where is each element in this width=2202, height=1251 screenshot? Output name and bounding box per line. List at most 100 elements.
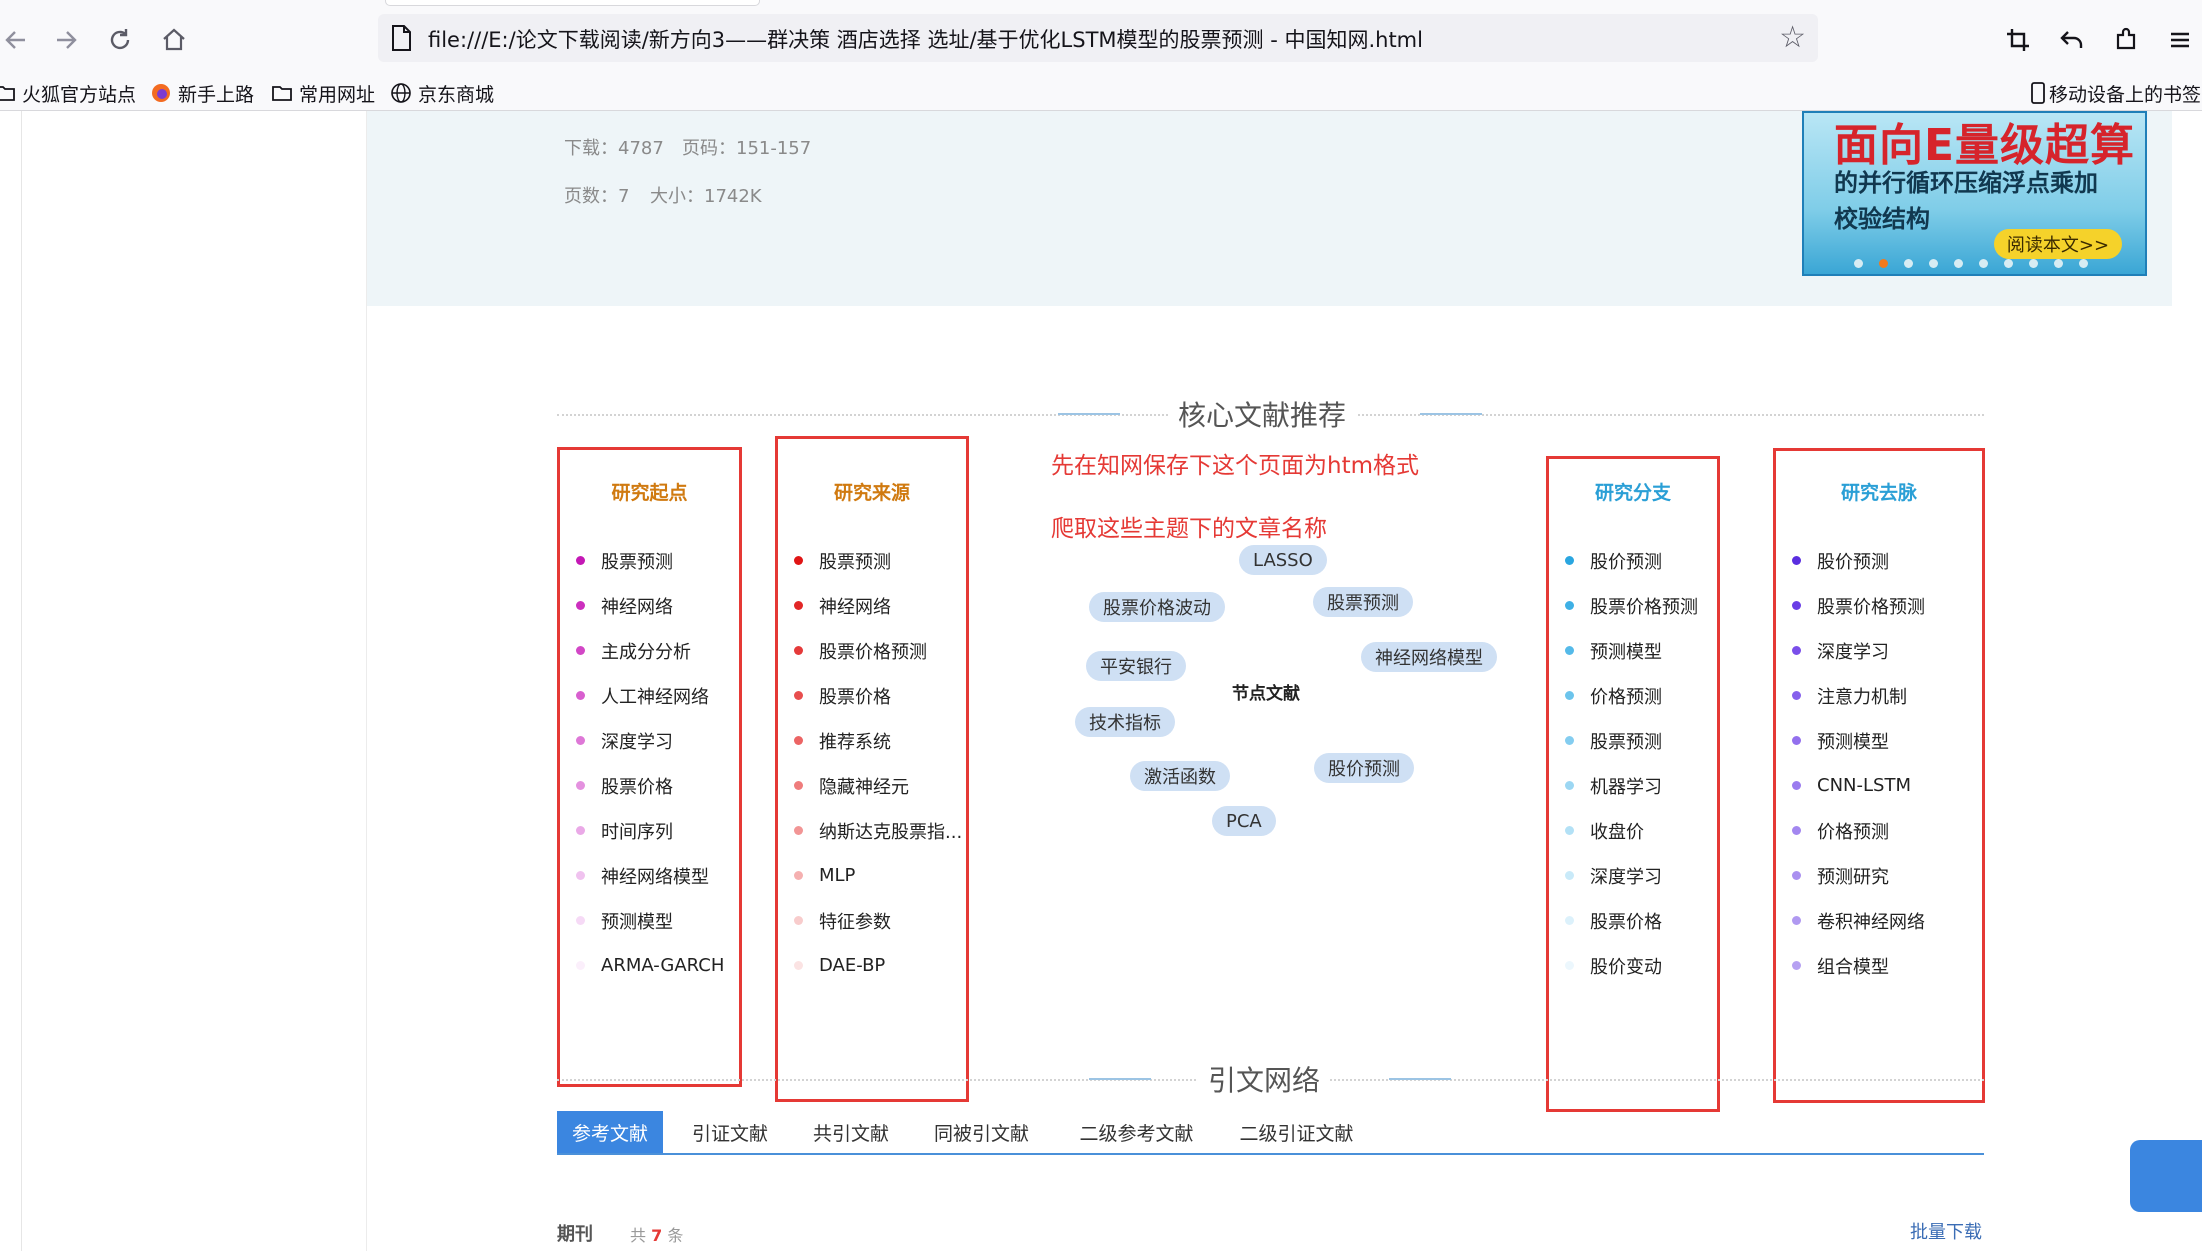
keyword-item[interactable]: ARMA-GARCH [576, 943, 724, 988]
keyword-label[interactable]: 预测模型 [1590, 638, 1662, 664]
banner-read-button[interactable]: 阅读本文>> [1994, 229, 2122, 259]
keyword-label[interactable]: 时间序列 [601, 818, 673, 844]
tab-co-cited[interactable]: 同被引文献 [919, 1111, 1044, 1153]
keyword-label[interactable]: 卷积神经网络 [1817, 908, 1925, 934]
url-text[interactable]: file:///E:/论文下载阅读/新方向3——群决策 酒店选择 选址/基于优化… [428, 24, 1423, 54]
forward-icon[interactable] [44, 18, 88, 62]
keyword-item[interactable]: 股票价格预测 [1565, 583, 1698, 628]
bookmark-star-icon[interactable]: ☆ [1779, 20, 1806, 55]
cloud-keyword[interactable]: 技术指标 [1075, 707, 1175, 737]
tab-citing-literature[interactable]: 引证文献 [677, 1111, 783, 1153]
keyword-label[interactable]: 股价变动 [1590, 953, 1662, 979]
keyword-item[interactable]: 股票价格预测 [794, 628, 962, 673]
keyword-item[interactable]: 股票价格 [1565, 898, 1698, 943]
keyword-label[interactable]: 注意力机制 [1817, 683, 1907, 709]
keyword-item[interactable]: 股票预测 [1565, 718, 1698, 763]
keyword-item[interactable]: 预测模型 [576, 898, 724, 943]
keyword-item[interactable]: 纳斯达克股票指... [794, 808, 962, 853]
cloud-keyword[interactable]: PCA [1212, 806, 1276, 836]
keyword-label[interactable]: 价格预测 [1590, 683, 1662, 709]
bookmark-getting-started[interactable]: 新手上路 [150, 78, 254, 108]
keyword-item[interactable]: 特征参数 [794, 898, 962, 943]
crop-icon[interactable] [1996, 18, 2040, 62]
cloud-keyword[interactable]: 股票预测 [1313, 587, 1413, 617]
keyword-label[interactable]: ARMA-GARCH [601, 955, 724, 976]
keyword-label[interactable]: 股票预测 [601, 548, 673, 574]
bookmark-firefox-official[interactable]: 火狐官方站点 [0, 78, 136, 108]
keyword-item[interactable]: MLP [794, 853, 962, 898]
menu-icon[interactable] [2158, 18, 2202, 62]
keyword-item[interactable]: 股票价格预测 [1792, 583, 1925, 628]
keyword-label[interactable]: 预测模型 [601, 908, 673, 934]
active-tab-edge[interactable] [385, 0, 760, 6]
keyword-item[interactable]: 主成分分析 [576, 628, 724, 673]
cloud-keyword[interactable]: 神经网络模型 [1361, 642, 1497, 672]
keyword-label[interactable]: 股票价格预测 [819, 638, 927, 664]
carousel-dot[interactable] [1954, 259, 1963, 268]
keyword-label[interactable]: MLP [819, 865, 855, 886]
keyword-item[interactable]: 股票预测 [794, 538, 962, 583]
home-icon[interactable] [152, 18, 196, 62]
bookmark-jd[interactable]: 京东商城 [390, 78, 494, 108]
ad-banner[interactable]: 面向E量级超算 的并行循环压缩浮点乘加 校验结构 阅读本文>> [1802, 111, 2147, 276]
carousel-dot[interactable] [1929, 259, 1938, 268]
carousel-dot[interactable] [2004, 259, 2013, 268]
keyword-label[interactable]: 股票价格 [601, 773, 673, 799]
keyword-item[interactable]: 预测模型 [1565, 628, 1698, 673]
keyword-item[interactable]: 深度学习 [1792, 628, 1925, 673]
keyword-label[interactable]: 人工神经网络 [601, 683, 709, 709]
keyword-label[interactable]: 股价预测 [1590, 548, 1662, 574]
keyword-label[interactable]: 深度学习 [1590, 863, 1662, 889]
keyword-label[interactable]: 股票价格预测 [1590, 593, 1698, 619]
keyword-label[interactable]: 深度学习 [1817, 638, 1889, 664]
mobile-bookmarks[interactable]: 移动设备上的书签 [2030, 78, 2201, 108]
keyword-item[interactable]: 股价变动 [1565, 943, 1698, 988]
keyword-label[interactable]: 股票价格 [819, 683, 891, 709]
extensions-icon[interactable] [2104, 18, 2148, 62]
keyword-item[interactable]: DAE-BP [794, 943, 962, 988]
cloud-keyword[interactable]: 股票价格波动 [1089, 592, 1225, 622]
keyword-label[interactable]: 股价预测 [1817, 548, 1889, 574]
keyword-item[interactable]: 价格预测 [1792, 808, 1925, 853]
keyword-label[interactable]: 股票预测 [1590, 728, 1662, 754]
carousel-dot[interactable] [2079, 259, 2088, 268]
keyword-item[interactable]: 卷积神经网络 [1792, 898, 1925, 943]
floating-action-button[interactable] [2130, 1140, 2202, 1212]
carousel-dot[interactable] [2054, 259, 2063, 268]
tab-co-citation[interactable]: 共引文献 [798, 1111, 904, 1153]
keyword-item[interactable]: 价格预测 [1565, 673, 1698, 718]
keyword-item[interactable]: 股票价格 [576, 763, 724, 808]
keyword-item[interactable]: 股票价格 [794, 673, 962, 718]
batch-download-link[interactable]: 批量下载 [1910, 1218, 1982, 1244]
keyword-label[interactable]: 神经网络 [601, 593, 673, 619]
keyword-item[interactable]: 深度学习 [1565, 853, 1698, 898]
keyword-label[interactable]: 主成分分析 [601, 638, 691, 664]
cloud-keyword[interactable]: 股价预测 [1314, 753, 1414, 783]
keyword-item[interactable]: 预测模型 [1792, 718, 1925, 763]
keyword-item[interactable]: 神经网络模型 [576, 853, 724, 898]
keyword-item[interactable]: 股价预测 [1792, 538, 1925, 583]
keyword-item[interactable]: 神经网络 [794, 583, 962, 628]
keyword-item[interactable]: 神经网络 [576, 583, 724, 628]
keyword-item[interactable]: 深度学习 [576, 718, 724, 763]
carousel-dot[interactable] [1854, 259, 1863, 268]
keyword-label[interactable]: 机器学习 [1590, 773, 1662, 799]
carousel-dot-active[interactable] [1879, 259, 1888, 268]
keyword-item[interactable]: 机器学习 [1565, 763, 1698, 808]
keyword-label[interactable]: 纳斯达克股票指... [819, 818, 962, 844]
keyword-label[interactable]: 特征参数 [819, 908, 891, 934]
keyword-label[interactable]: 神经网络模型 [601, 863, 709, 889]
undo-icon[interactable] [2050, 18, 2094, 62]
cloud-keyword[interactable]: 激活函数 [1130, 761, 1230, 791]
keyword-label[interactable]: 预测研究 [1817, 863, 1889, 889]
carousel-dot[interactable] [2029, 259, 2038, 268]
keyword-item[interactable]: 预测研究 [1792, 853, 1925, 898]
cloud-keyword[interactable]: LASSO [1239, 545, 1327, 575]
keyword-item[interactable]: 隐藏神经元 [794, 763, 962, 808]
keyword-label[interactable]: CNN-LSTM [1817, 775, 1911, 796]
keyword-item[interactable]: 推荐系统 [794, 718, 962, 763]
keyword-item[interactable]: 时间序列 [576, 808, 724, 853]
carousel-dot[interactable] [1904, 259, 1913, 268]
keyword-label[interactable]: 推荐系统 [819, 728, 891, 754]
keyword-label[interactable]: 隐藏神经元 [819, 773, 909, 799]
